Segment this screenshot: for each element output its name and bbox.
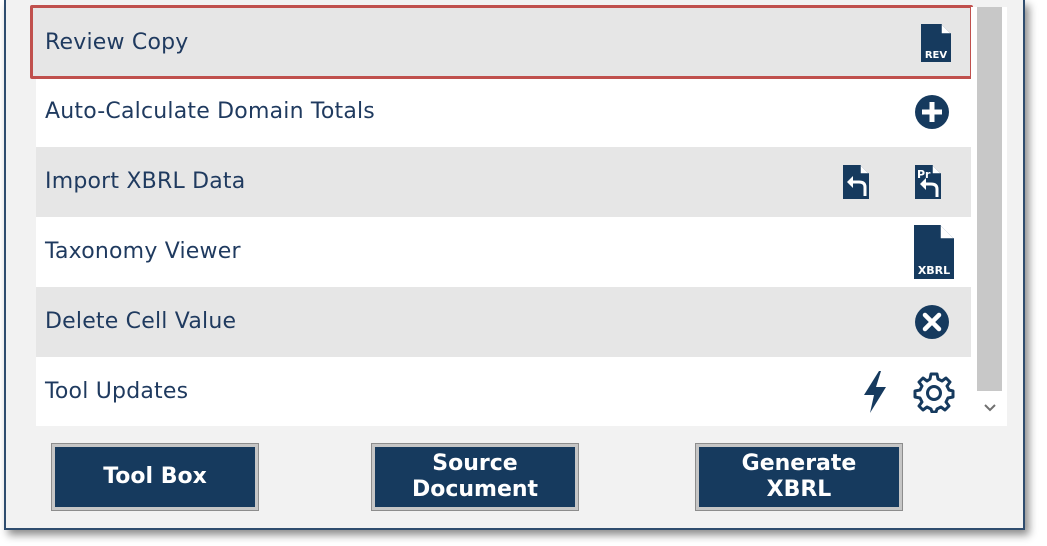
import-file-icon[interactable] <box>838 147 874 217</box>
list-item-label: Auto-Calculate Domain Totals <box>45 99 375 124</box>
scroll-thumb[interactable] <box>977 7 1002 391</box>
scroll-down-arrow-icon[interactable] <box>977 395 1002 421</box>
list-item-label: Import XBRL Data <box>45 169 246 194</box>
generate-xbrl-button[interactable]: Generate XBRL <box>695 443 903 511</box>
list-item-label: Tool Updates <box>45 379 189 404</box>
button-label-line1: Source <box>432 451 518 476</box>
plus-circle-icon[interactable] <box>912 77 952 147</box>
lightning-icon[interactable] <box>860 357 890 427</box>
tools-panel: Review Copy REV Auto-Calculate Domain To… <box>4 0 1025 530</box>
button-label-line1: Generate <box>741 451 857 476</box>
list-item-taxonomy-viewer[interactable]: Taxonomy Viewer XBRL <box>36 217 971 287</box>
button-label-line2: XBRL <box>766 477 832 502</box>
list-item-tool-updates[interactable]: Tool Updates <box>36 357 971 427</box>
vertical-scrollbar[interactable] <box>971 7 1007 426</box>
list-item-label: Review Copy <box>45 30 189 55</box>
list-item-import-xbrl[interactable]: Import XBRL Data Pr <box>36 147 971 217</box>
list-item-review-copy[interactable]: Review Copy REV <box>30 5 973 79</box>
gear-icon[interactable] <box>910 357 958 427</box>
close-circle-icon[interactable] <box>912 287 952 357</box>
list-item-delete-cell-value[interactable]: Delete Cell Value <box>36 287 971 357</box>
list-item-label: Delete Cell Value <box>45 309 237 334</box>
source-document-button[interactable]: Source Document <box>371 443 579 511</box>
button-label: Tool Box <box>103 464 207 489</box>
import-pr-file-icon[interactable]: Pr <box>910 147 946 217</box>
tool-box-button[interactable]: Tool Box <box>51 443 259 511</box>
xbrl-file-icon[interactable]: XBRL <box>910 217 958 287</box>
button-label-line2: Document <box>411 477 539 502</box>
xbrl-label: XBRL <box>918 264 950 277</box>
tool-list: Review Copy REV Auto-Calculate Domain To… <box>30 5 973 427</box>
rev-label: REV <box>925 50 948 61</box>
list-item-label: Taxonomy Viewer <box>45 239 241 264</box>
review-copy-icon[interactable]: REV <box>916 8 956 78</box>
pr-label: Pr <box>917 168 931 181</box>
list-item-auto-calculate[interactable]: Auto-Calculate Domain Totals <box>36 77 971 147</box>
